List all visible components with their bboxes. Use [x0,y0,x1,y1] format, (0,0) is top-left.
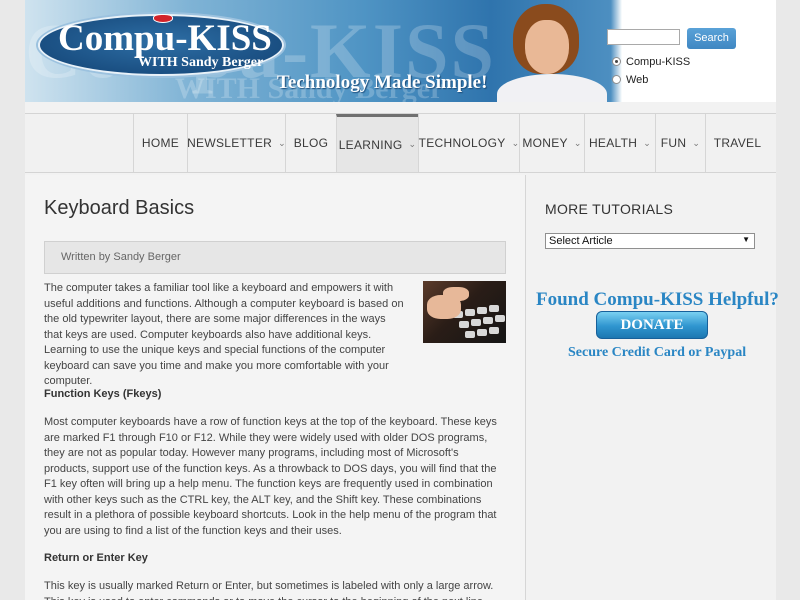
article-content: Keyboard Basics Written by Sandy Berger … [25,175,525,600]
promo-subtext: Secure Credit Card or Paypal [568,345,747,360]
nav-label: HOME [141,136,180,150]
search-input[interactable] [607,29,680,45]
nav-label: MONEY [522,136,568,150]
sidebar: MORE TUTORIALS Select Article ▼ Found Co… [525,175,779,600]
nav-travel[interactable]: TRAVEL [705,114,769,172]
nav-label: FUN [660,136,687,150]
sidebar-heading: MORE TUTORIALS [545,201,674,217]
nav-blog[interactable]: BLOG [285,114,336,172]
donate-button[interactable]: DONATE [596,311,708,339]
article-select[interactable]: Select Article ▼ [545,233,755,249]
nav-label: TECHNOLOGY [418,136,506,150]
site-tagline: Technology Made Simple! [277,72,488,93]
search-button[interactable]: Search [687,28,736,49]
nav-money[interactable]: MONEY ⌄ [519,114,584,172]
main-nav: HOME NEWSLETTER ⌄ BLOG LEARNING ⌄ TECHNO… [25,113,776,173]
keyboard-image [423,281,506,343]
chevron-down-icon: ▼ [742,235,750,244]
promo-heading: Found Compu-KISS Helpful? [536,289,779,310]
nav-home[interactable]: HOME [133,114,187,172]
chevron-down-icon: ⌄ [692,137,701,148]
site-header: Compu-KISS WITH Sandy Berger Compu-KISS … [25,0,776,102]
lips-icon [153,14,173,23]
author-photo [491,0,609,102]
nav-label: LEARNING [338,137,403,152]
nav-label: TRAVEL [713,136,762,150]
nav-fun[interactable]: FUN ⌄ [655,114,705,172]
radio-compu-kiss-label[interactable]: Compu-KISS [626,56,690,68]
radio-compu-kiss[interactable] [612,57,621,66]
radio-web[interactable] [612,75,621,84]
nav-label: HEALTH [588,136,638,150]
section-text: Most computer keyboards have a row of fu… [44,416,497,537]
section-heading: Return or Enter Key [44,552,148,564]
nav-health[interactable]: HEALTH ⌄ [584,114,655,172]
nav-label: BLOG [293,136,329,150]
nav-learning[interactable]: LEARNING ⌄ [336,114,418,172]
article-byline: Written by Sandy Berger [44,241,506,274]
chevron-down-icon: ⌄ [573,137,582,148]
article-intro: The computer takes a familiar tool like … [44,282,404,387]
section-text: This key is usually marked Return or Ent… [44,580,494,600]
site-logo[interactable]: Compu-KISS [58,17,272,60]
page: Compu-KISS WITH Sandy Berger Compu-KISS … [25,0,779,600]
section-heading: Function Keys (Fkeys) [44,388,162,400]
page-title: Keyboard Basics [44,197,195,219]
nav-newsletter[interactable]: NEWSLETTER ⌄ [187,114,286,172]
select-value: Select Article [549,235,613,247]
nav-label: NEWSLETTER [187,136,273,150]
chevron-down-icon: ⌄ [643,137,652,148]
chevron-down-icon: ⌄ [408,139,417,149]
nav-technology[interactable]: TECHNOLOGY ⌄ [418,114,519,172]
radio-web-label[interactable]: Web [626,74,648,86]
logo-subtitle: WITH Sandy Berger [138,55,264,70]
